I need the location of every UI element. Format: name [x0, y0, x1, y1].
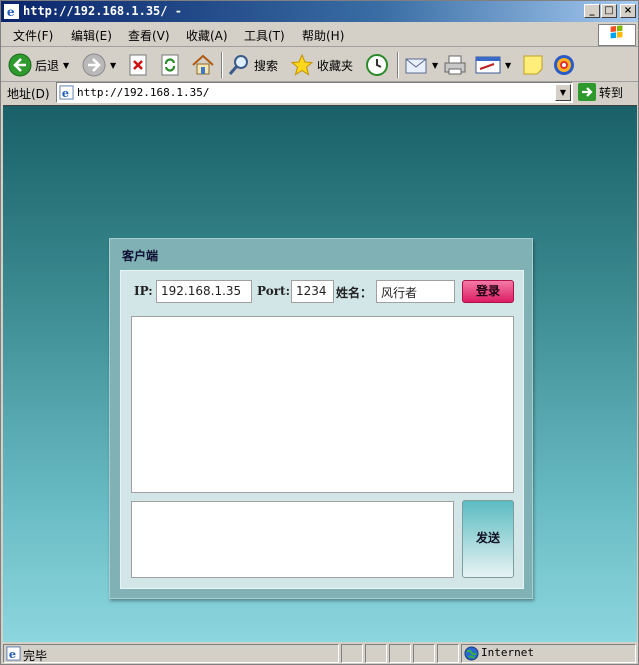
svg-text:e: e: [62, 86, 69, 100]
port-input[interactable]: 1234: [291, 280, 334, 303]
status-text: 完毕: [23, 649, 48, 663]
messenger-button[interactable]: [552, 52, 576, 78]
compose-textarea[interactable]: [131, 501, 454, 578]
page-done-icon: e: [6, 646, 21, 661]
page-viewport: 客户端 IP: 192.168.1.35 Port: 1234 姓名： 风行者 …: [3, 105, 637, 642]
security-zone: Internet: [481, 646, 534, 659]
port-label: Port:: [257, 284, 290, 298]
toolbar-separator: [397, 52, 399, 78]
stop-icon: [129, 54, 147, 76]
edit-dropdown-icon[interactable]: ▼: [505, 61, 511, 70]
mail-icon: [405, 58, 427, 74]
window-title: http://192.168.1.35/ -: [23, 4, 182, 18]
forward-arrow-icon: [82, 53, 106, 77]
messenger-icon: [554, 55, 574, 75]
status-main-cell: e 完毕: [3, 644, 339, 663]
menu-tools[interactable]: 工具(T): [244, 27, 285, 44]
back-button[interactable]: 后退 ▼: [8, 52, 69, 78]
status-cell: [365, 644, 387, 663]
printer-icon: [444, 55, 466, 75]
history-button[interactable]: [365, 52, 389, 78]
note-icon: [523, 55, 543, 75]
search-label: 搜索: [254, 58, 279, 73]
status-cell: [341, 644, 363, 663]
edit-button[interactable]: ▼: [475, 52, 511, 78]
name-input[interactable]: 风行者: [376, 280, 455, 303]
star-icon: [290, 53, 314, 76]
login-button[interactable]: 登录: [462, 280, 514, 303]
back-label: 后退: [35, 58, 60, 73]
go-label: 转到: [599, 85, 624, 100]
back-dropdown-icon[interactable]: ▼: [63, 61, 69, 70]
send-button[interactable]: 发送: [462, 500, 514, 578]
home-button[interactable]: [191, 52, 215, 78]
client-panel: 客户端 IP: 192.168.1.35 Port: 1234 姓名： 风行者 …: [109, 238, 533, 599]
forward-dropdown-icon[interactable]: ▼: [110, 61, 116, 70]
favorites-button[interactable]: 收藏夹: [290, 52, 353, 78]
status-bar: e 完毕 Internet: [1, 643, 638, 664]
address-input[interactable]: e http://192.168.1.35/ ▼: [56, 82, 573, 103]
menu-view[interactable]: 查看(V): [128, 27, 170, 44]
panel-body: IP: 192.168.1.35 Port: 1234 姓名： 风行者 登录 发…: [120, 270, 524, 589]
menu-edit[interactable]: 编辑(E): [71, 27, 112, 44]
mail-dropdown-icon[interactable]: ▼: [432, 61, 438, 70]
svg-text:e: e: [9, 647, 16, 661]
windows-logo-icon: [598, 24, 636, 46]
page-icon: e: [59, 85, 74, 100]
close-button[interactable]: ×: [620, 4, 636, 18]
stop-button[interactable]: [128, 52, 150, 78]
title-bar: e http://192.168.1.35/ - _ □ ×: [1, 1, 638, 22]
status-cell: [437, 644, 459, 663]
go-button[interactable]: 转到: [578, 83, 623, 101]
mail-button[interactable]: ▼: [404, 52, 438, 78]
maximize-button[interactable]: □: [601, 4, 617, 18]
favorites-label: 收藏夹: [317, 58, 354, 73]
toolbar: 后退 ▼ ▼ 搜索 收藏夹 ▼ ▼: [1, 48, 638, 82]
message-log[interactable]: [131, 316, 514, 493]
ie-icon: e: [4, 4, 19, 19]
panel-title: 客户端: [122, 249, 159, 263]
edit-page-icon: [475, 56, 501, 74]
forward-button[interactable]: ▼: [82, 52, 116, 78]
refresh-button[interactable]: [160, 52, 182, 78]
home-icon: [192, 54, 214, 75]
print-button[interactable]: [443, 52, 467, 78]
menu-help[interactable]: 帮助(H): [302, 27, 344, 44]
menu-favorites[interactable]: 收藏(A): [186, 27, 228, 44]
menu-file[interactable]: 文件(F): [13, 27, 53, 44]
go-arrow-icon: [578, 83, 596, 101]
search-icon: [228, 55, 248, 75]
address-label: 地址(D): [7, 87, 50, 101]
address-url: http://192.168.1.35/: [77, 86, 210, 99]
address-bar: 地址(D) e http://192.168.1.35/ ▼ 转到: [1, 82, 638, 104]
search-button[interactable]: 搜索: [227, 52, 278, 78]
history-icon: [366, 54, 388, 76]
discuss-button[interactable]: [521, 52, 545, 78]
ip-label: IP:: [134, 284, 153, 298]
browser-window: e http://192.168.1.35/ - _ □ × 文件(F) 编辑(…: [0, 0, 639, 665]
back-arrow-icon: [8, 53, 32, 77]
ip-input[interactable]: 192.168.1.35: [156, 280, 252, 303]
toolbar-separator: [221, 52, 223, 78]
menu-bar: 文件(F) 编辑(E) 查看(V) 收藏(A) 工具(T) 帮助(H): [1, 23, 638, 47]
svg-text:e: e: [7, 5, 15, 19]
name-label: 姓名：: [336, 286, 373, 300]
globe-icon: [464, 646, 479, 661]
minimize-button[interactable]: _: [584, 4, 600, 18]
address-dropdown-icon[interactable]: ▼: [555, 84, 571, 101]
status-cell: [413, 644, 435, 663]
refresh-icon: [161, 54, 179, 76]
status-cell: [389, 644, 411, 663]
